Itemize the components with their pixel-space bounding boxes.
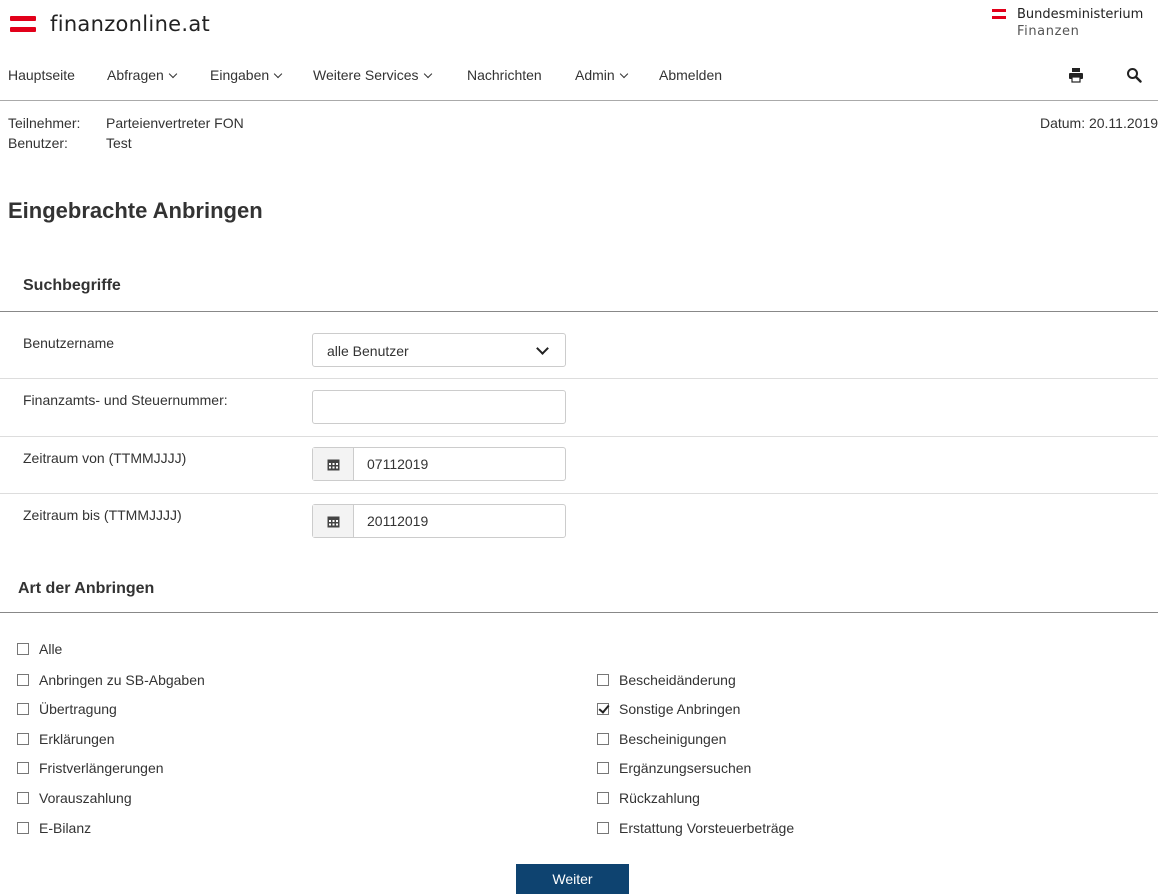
chevron-down-icon	[619, 69, 628, 79]
checkbox-alle[interactable]: Alle	[17, 641, 62, 657]
participant-value: Parteienvertreter FON	[106, 115, 244, 131]
austria-flag-icon	[10, 16, 36, 32]
date-to-field[interactable]: 20112019	[312, 504, 566, 538]
nav-abmelden[interactable]: Abmelden	[659, 67, 722, 83]
checkbox-erklaerungen[interactable]: Erklärungen	[17, 731, 115, 747]
username-select[interactable]: alle Benutzer	[312, 333, 566, 367]
checkbox-uebertragung[interactable]: Übertragung	[17, 701, 117, 717]
checkbox-erstattung-vorsteuer[interactable]: Erstattung Vorsteuerbeträge	[597, 820, 794, 836]
checkbox-label: Anbringen zu SB-Abgaben	[39, 672, 205, 688]
checkbox-label: Ergänzungsersuchen	[619, 760, 752, 776]
checkbox-sb-abgaben[interactable]: Anbringen zu SB-Abgaben	[17, 672, 205, 688]
main-nav: Hauptseite Abfragen Eingaben Weitere Ser…	[0, 66, 1158, 101]
user-label: Benutzer:	[8, 135, 68, 151]
types-section-heading: Art der Anbringen	[18, 580, 155, 597]
checkbox-label: Sonstige Anbringen	[619, 701, 741, 717]
date-to-label: Zeitraum bis (TTMMJJJJ)	[23, 507, 182, 523]
checkbox-box[interactable]	[17, 674, 29, 686]
checkbox-sonstige-anbringen[interactable]: Sonstige Anbringen	[597, 701, 740, 717]
checkbox-label: Bescheinigungen	[619, 731, 727, 747]
checkbox-label: Erstattung Vorsteuerbeträge	[619, 820, 795, 836]
page-title: Eingebrachte Anbringen	[8, 198, 263, 223]
checkbox-box-checked[interactable]	[597, 703, 609, 715]
nav-eingaben[interactable]: Eingaben	[210, 67, 283, 83]
checkbox-box[interactable]	[597, 762, 609, 774]
checkbox-box[interactable]	[597, 792, 609, 804]
checkbox-rueckzahlung[interactable]: Rückzahlung	[597, 790, 700, 806]
checkbox-box[interactable]	[17, 822, 29, 834]
ministry-line2: Finanzen	[1017, 24, 1080, 39]
checkbox-box[interactable]	[17, 703, 29, 715]
logo-text: finanzonline.at	[50, 12, 211, 36]
austria-flag-small-icon	[992, 9, 1006, 19]
row-divider	[0, 378, 1158, 379]
search-section-heading: Suchbegriffe	[23, 277, 121, 294]
calendar-icon[interactable]	[313, 505, 354, 537]
row-divider	[0, 436, 1158, 437]
checkbox-label: Vorauszahlung	[39, 790, 132, 806]
weiter-button[interactable]: Weiter	[516, 864, 629, 894]
calendar-icon[interactable]	[313, 448, 354, 480]
checkbox-bescheidaenderung[interactable]: Bescheidänderung	[597, 672, 736, 688]
nav-admin[interactable]: Admin	[575, 67, 628, 83]
chevron-down-icon	[273, 69, 283, 79]
date-from-input[interactable]: 07112019	[354, 448, 428, 480]
row-divider	[0, 493, 1158, 494]
participant-label: Teilnehmer:	[8, 115, 81, 131]
ministry-line1: Bundesministerium	[1017, 7, 1144, 22]
checkbox-fristverlaengerungen[interactable]: Fristverlängerungen	[17, 760, 164, 776]
checkbox-box[interactable]	[597, 822, 609, 834]
checkbox-box[interactable]	[17, 792, 29, 804]
checkbox-label: Erklärungen	[39, 731, 115, 747]
nav-abfragen[interactable]: Abfragen	[107, 67, 178, 83]
checkbox-e-bilanz[interactable]: E-Bilanz	[17, 820, 91, 836]
nav-nachrichten[interactable]: Nachrichten	[467, 67, 542, 83]
checkbox-label: Übertragung	[39, 701, 117, 717]
checkbox-box[interactable]	[597, 733, 609, 745]
checkbox-label: Bescheidänderung	[619, 672, 736, 688]
checkbox-label: Fristverlängerungen	[39, 760, 164, 776]
section-divider	[0, 311, 1158, 312]
search-icon[interactable]	[1126, 67, 1142, 83]
username-label: Benutzername	[23, 335, 115, 351]
section-divider	[0, 612, 1158, 613]
print-icon[interactable]	[1068, 67, 1084, 83]
taxnumber-label: Finanzamts- und Steuernummer:	[23, 392, 228, 408]
checkbox-box[interactable]	[17, 643, 29, 655]
checkbox-box[interactable]	[597, 674, 609, 686]
checkbox-label: Rückzahlung	[619, 790, 700, 806]
checkbox-label: Alle	[39, 641, 63, 657]
date-from-label: Zeitraum von (TTMMJJJJ)	[23, 450, 187, 466]
nav-weitere-services[interactable]: Weitere Services	[313, 67, 432, 83]
checkbox-box[interactable]	[17, 733, 29, 745]
date-to-input[interactable]: 20112019	[354, 505, 428, 537]
nav-hauptseite[interactable]: Hauptseite	[8, 67, 75, 83]
user-value: Test	[106, 135, 132, 151]
checkbox-label: E-Bilanz	[39, 820, 92, 836]
ministry-logo: Bundesministerium Finanzen	[992, 6, 1143, 40]
finanzonline-logo[interactable]: finanzonline.at	[10, 12, 210, 36]
date-from-field[interactable]: 07112019	[312, 447, 566, 481]
chevron-down-icon	[423, 69, 432, 79]
checkbox-vorauszahlung[interactable]: Vorauszahlung	[17, 790, 132, 806]
checkbox-bescheinigungen[interactable]: Bescheinigungen	[597, 731, 726, 747]
username-select-value: alle Benutzer	[327, 343, 409, 359]
taxnumber-input[interactable]	[312, 390, 566, 424]
checkbox-box[interactable]	[17, 762, 29, 774]
checkbox-ergaenzungsersuchen[interactable]: Ergänzungsersuchen	[597, 760, 751, 776]
chevron-down-icon	[168, 69, 178, 79]
chevron-down-icon	[536, 342, 549, 355]
date-display: Datum: 20.11.2019	[1039, 115, 1158, 131]
